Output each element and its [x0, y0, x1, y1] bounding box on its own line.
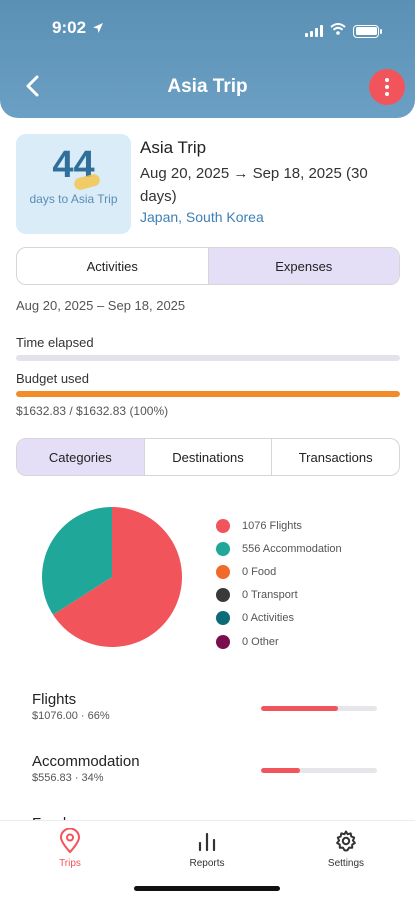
date-range: Aug 20, 2025 – Sep 18, 2025: [16, 298, 186, 313]
budget-used-fill: [16, 391, 400, 397]
trip-name: Asia Trip: [140, 138, 207, 157]
legend-item-other: 0 Other: [216, 630, 342, 653]
location-pin-icon: [30, 827, 110, 855]
page-title: Asia Trip: [167, 76, 248, 97]
more-options-button[interactable]: [369, 69, 405, 105]
legend-dot: [216, 518, 230, 533]
legend-label: 556 Accommodation: [242, 542, 342, 555]
location-arrow-icon: [92, 21, 104, 39]
wifi-icon: [330, 22, 346, 40]
category-detail: $1076.00 · 66%: [32, 710, 110, 722]
category-detail: $556.83 · 34%: [32, 772, 104, 784]
legend-label: 0 Transport: [242, 589, 298, 602]
tab-settings[interactable]: Settings: [306, 827, 386, 869]
legend-item-food: 0 Food: [216, 560, 342, 583]
time-elapsed-bar: [16, 355, 400, 361]
battery-icon: [353, 24, 382, 38]
countdown-card: 44 days to Asia Trip: [16, 134, 131, 234]
signal-icon: [305, 25, 323, 37]
budget-text: $1632.83 / $1632.83 (100%): [16, 404, 169, 418]
breakdown-segmented-control: Categories Destinations Transactions: [16, 438, 400, 476]
days-label: days to Asia Trip: [29, 192, 118, 206]
view-segmented-control: Activities Expenses: [16, 247, 400, 285]
legend-label: 0 Food: [242, 565, 277, 578]
time-elapsed-label: Time elapsed: [16, 335, 94, 350]
tab-expenses[interactable]: Expenses: [207, 248, 399, 284]
category-name: Accommodation: [32, 753, 140, 770]
legend-dot: [216, 541, 230, 556]
status-icons: [305, 22, 382, 40]
status-bar: 9:02: [0, 14, 415, 44]
chart-legend: 1076 Flights 556 Accommodation 0 Food 0 …: [216, 514, 342, 653]
category-bar-fill: [261, 768, 301, 773]
tab-transactions[interactable]: Transactions: [271, 439, 399, 475]
legend-item-transport: 0 Transport: [216, 584, 342, 607]
legend-item-accommodation: 556 Accommodation: [216, 537, 342, 560]
category-bar-fill: [261, 706, 338, 711]
legend-label: 1076 Flights: [242, 519, 302, 532]
legend-item-flights: 1076 Flights: [216, 514, 342, 537]
tab-activities[interactable]: Activities: [17, 248, 208, 284]
legend-label: 0 Other: [242, 635, 279, 648]
legend-dot: [216, 588, 230, 603]
budget-used-bar: [16, 391, 400, 397]
legend-dot: [216, 634, 230, 649]
trip-dates: Aug 20, 2025 → Sep 18, 2025 (30 days): [140, 165, 368, 205]
legend-dot: [216, 611, 230, 626]
bar-chart-icon: [167, 827, 247, 855]
tab-label: Reports: [189, 858, 225, 869]
expense-pie-chart[interactable]: [38, 503, 186, 651]
status-time: 9:02: [52, 18, 87, 37]
category-row-flights[interactable]: Flights $1076.00 · 66%: [32, 691, 110, 722]
screen: 9:02 Asia Trip 44 days to Asia Trip Asia…: [0, 0, 415, 900]
home-indicator: [134, 886, 280, 891]
legend-dot: [216, 564, 230, 579]
budget-used-label: Budget used: [16, 371, 90, 386]
tab-label: Settings: [327, 858, 365, 869]
tab-categories[interactable]: Categories: [17, 439, 144, 475]
legend-item-activities: 0 Activities: [216, 607, 342, 630]
category-bar-flights: [261, 706, 377, 711]
legend-label: 0 Activities: [242, 612, 294, 625]
tab-trips[interactable]: Trips: [30, 827, 110, 869]
category-row-accommodation[interactable]: Accommodation $556.83 · 34%: [32, 753, 140, 784]
more-dots-icon: [385, 78, 389, 82]
header: 9:02 Asia Trip: [0, 0, 415, 118]
tab-destinations[interactable]: Destinations: [143, 439, 272, 475]
tab-reports[interactable]: Reports: [167, 827, 247, 869]
gear-icon: [306, 827, 386, 855]
trip-destinations[interactable]: Japan, South Korea: [140, 209, 264, 225]
tab-label: Trips: [59, 858, 81, 869]
category-name: Flights: [32, 691, 77, 708]
category-bar-accommodation: [261, 768, 377, 773]
